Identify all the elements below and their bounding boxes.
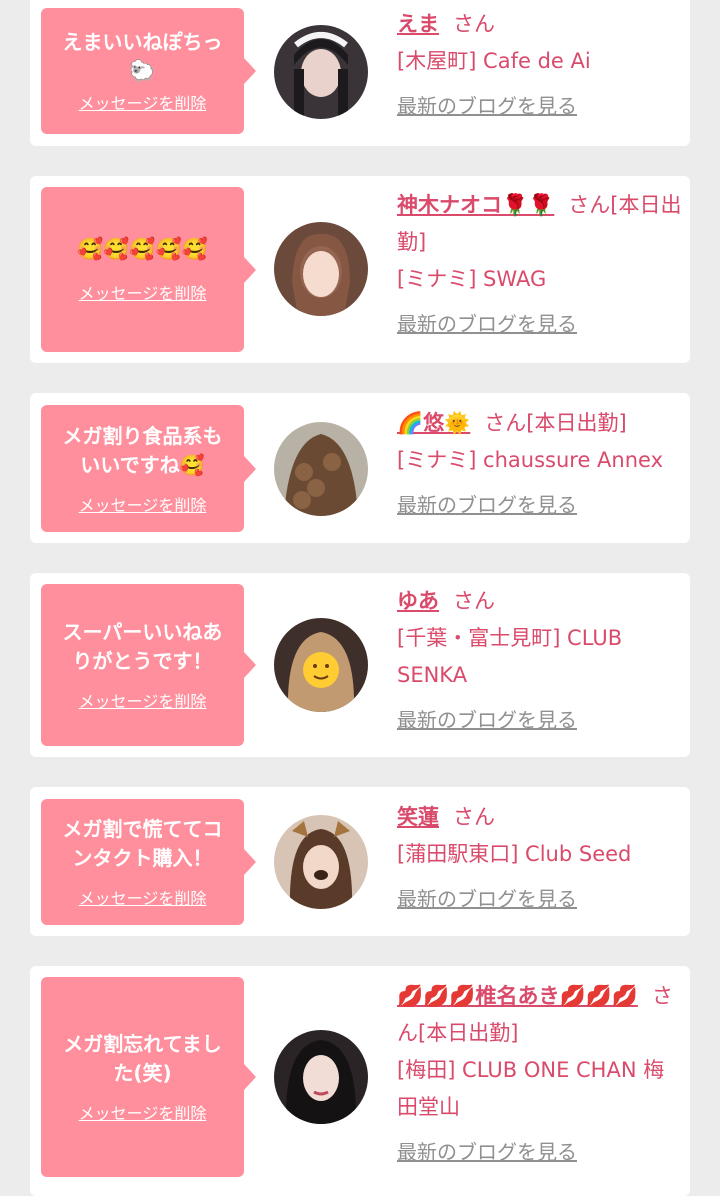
profile-info: えま さん [木屋町] Cafe de Ai 最新のブログを見る [397,6,682,125]
message-text: メガ割忘れてました(笑) [63,1032,222,1085]
honorific: さん [453,12,495,36]
latest-blog-link[interactable]: 最新のブログを見る [397,1134,682,1171]
message-emoji: 🐑 [129,59,156,83]
latest-blog-link[interactable]: 最新のブログを見る [397,88,682,125]
avatar[interactable] [274,1030,368,1124]
message-bubble: えまいいねぽちっ 🐑 メッセージを削除 [41,8,256,134]
delete-message-link[interactable]: メッセージを削除 [79,688,207,712]
cast-name-link[interactable]: 🌈悠🌞 [397,411,470,435]
honorific: さん [453,589,495,613]
message-text: メガ割で慌ててコンタクト購入！ [62,817,223,870]
message-card: メガ割で慌ててコンタクト購入！ メッセージを削除 笑蓮 さん [蒲田駅東口] Cl… [30,787,690,936]
avatar[interactable] [274,815,368,909]
honorific: さん [453,805,495,829]
avatar[interactable] [274,618,368,712]
message-bubble: スーパーいいねありがとうです！ メッセージを削除 [41,584,256,746]
message-text: スーパーいいねありがとうです！ [62,620,223,673]
message-card: スーパーいいねありがとうです！ メッセージを削除 ゆあ さん [千葉・富士見町] … [30,573,690,757]
shop-name: [ミナミ] chaussure Annex [397,448,664,472]
shop-name: [木屋町] Cafe de Ai [397,49,591,73]
shop-name: [ミナミ] SWAG [397,267,547,291]
message-bubble: メガ割忘れてました(笑) メッセージを削除 [41,977,256,1177]
message-text: メガ割り食品系もいいですね🥰 [62,423,223,477]
shop-name: [千葉・富士見町] CLUB SENKA [397,626,623,687]
cast-name-link[interactable]: 💋💋💋椎名あき💋💋💋 [397,984,638,1008]
cast-name-link[interactable]: えま [397,12,439,36]
cast-name-link[interactable]: 神木ナオコ🌹🌹 [397,193,554,217]
honorific: さん[本日出勤] [484,411,627,435]
delete-message-link[interactable]: メッセージを削除 [79,1100,207,1124]
avatar[interactable] [274,25,368,119]
profile-info: 🌈悠🌞 さん[本日出勤] [ミナミ] chaussure Annex 最新のブログ… [397,405,682,524]
latest-blog-link[interactable]: 最新のブログを見る [397,881,682,918]
profile-info: ゆあ さん [千葉・富士見町] CLUB SENKA 最新のブログを見る [397,583,682,739]
avatar[interactable] [274,222,368,316]
message-card: メガ割り食品系もいいですね🥰 メッセージを削除 🌈悠🌞 さん[本日出勤] [ミナミ… [30,393,690,543]
shop-name: [蒲田駅東口] Club Seed [397,842,632,866]
delete-message-link[interactable]: メッセージを削除 [79,90,207,114]
delete-message-link[interactable]: メッセージを削除 [79,885,207,909]
profile-info: 神木ナオコ🌹🌹 さん[本日出勤] [ミナミ] SWAG 最新のブログを見る [397,187,682,343]
message-bubble: メガ割り食品系もいいですね🥰 メッセージを削除 [41,405,256,532]
latest-blog-link[interactable]: 最新のブログを見る [397,306,682,343]
latest-blog-link[interactable]: 最新のブログを見る [397,702,682,739]
profile-info: 💋💋💋椎名あき💋💋💋 さん[本日出勤] [梅田] CLUB ONE CHAN 梅田… [397,978,682,1171]
delete-message-link[interactable]: メッセージを削除 [79,280,207,304]
message-bubble: メガ割で慌ててコンタクト購入！ メッセージを削除 [41,799,256,925]
profile-info: 笑蓮 さん [蒲田駅東口] Club Seed 最新のブログを見る [397,799,682,918]
cast-name-link[interactable]: 笑蓮 [397,805,439,829]
message-bubble: 🥰🥰🥰🥰🥰 メッセージを削除 [41,187,256,352]
shop-name: [梅田] CLUB ONE CHAN 梅田堂山 [397,1058,665,1119]
latest-blog-link[interactable]: 最新のブログを見る [397,487,682,524]
message-text: えまいいねぽちっ [62,30,223,54]
message-card: えまいいねぽちっ 🐑 メッセージを削除 えま さん [木屋町] Cafe de A… [30,0,690,146]
message-card: メガ割忘れてました(笑) メッセージを削除 💋💋💋椎名あき💋💋💋 さん[本日出勤]… [30,966,690,1196]
avatar[interactable] [274,422,368,516]
message-emoji: 🥰🥰🥰🥰🥰 [77,237,208,261]
cast-name-link[interactable]: ゆあ [397,589,439,613]
delete-message-link[interactable]: メッセージを削除 [79,492,207,516]
message-card: 🥰🥰🥰🥰🥰 メッセージを削除 神木ナオコ🌹🌹 さん[本日出勤] [ミナミ] SWA… [30,176,690,363]
